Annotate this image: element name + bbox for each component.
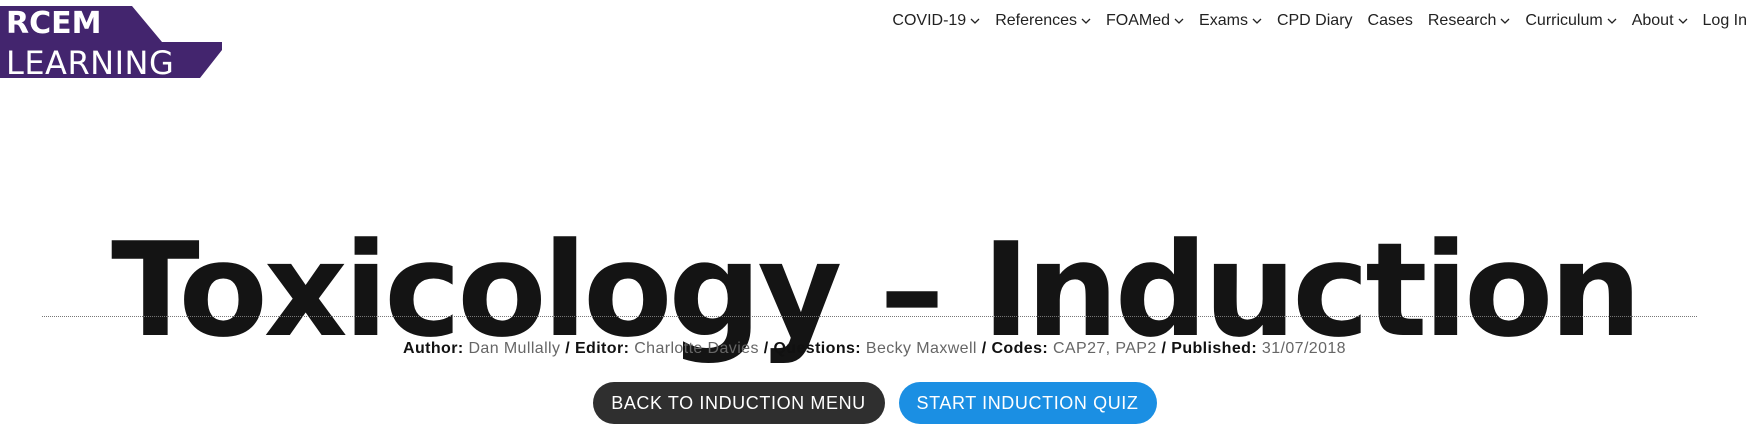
author-name: Dan Mullally xyxy=(468,340,561,357)
author-label: Author: xyxy=(403,340,464,357)
published-date: 31/07/2018 xyxy=(1261,340,1346,357)
chevron-down-icon xyxy=(970,18,980,25)
questions-author: Becky Maxwell xyxy=(865,340,977,357)
nav-item-label: Curriculum xyxy=(1525,12,1603,29)
meta-separator: / xyxy=(565,340,571,357)
nav-item-label: Cases xyxy=(1367,12,1413,29)
meta-separator: / xyxy=(763,340,769,357)
nav-item-label: Research xyxy=(1427,12,1497,29)
nav-item-label: Log In xyxy=(1702,12,1747,29)
questions-label: Questions: xyxy=(773,340,862,357)
meta-separator: / xyxy=(981,340,987,357)
nav-item-covid19[interactable]: COVID-19 xyxy=(892,12,980,30)
codes-value: CAP27, PAP2 xyxy=(1052,340,1157,357)
title-divider xyxy=(42,316,1697,317)
logo-text-learning: LEARNING xyxy=(6,44,175,82)
nav-item-label: COVID-19 xyxy=(892,12,967,29)
nav-item-label: About xyxy=(1631,12,1674,29)
chevron-down-icon xyxy=(1678,18,1688,25)
action-buttons: BACK TO INDUCTION MENU START INDUCTION Q… xyxy=(0,382,1749,424)
editor-label: Editor: xyxy=(574,340,630,357)
start-induction-quiz-button[interactable]: START INDUCTION QUIZ xyxy=(898,382,1157,424)
nav-item-label: FOAMed xyxy=(1106,12,1171,29)
chevron-down-icon xyxy=(1252,18,1262,25)
nav-item-cases[interactable]: Cases xyxy=(1368,12,1413,30)
nav-item-label: References xyxy=(995,12,1078,29)
article-meta: Author: Dan Mullally / Editor: Charlotte… xyxy=(0,340,1749,358)
back-to-induction-menu-button[interactable]: BACK TO INDUCTION MENU xyxy=(592,382,885,424)
nav-item-exams[interactable]: Exams xyxy=(1199,12,1262,30)
codes-label: Codes: xyxy=(991,340,1049,357)
nav-item-foamed[interactable]: FOAMed xyxy=(1106,12,1184,30)
nav-item-research[interactable]: Research xyxy=(1428,12,1510,30)
chevron-down-icon xyxy=(1174,18,1184,25)
nav-item-about[interactable]: About xyxy=(1632,12,1688,30)
published-label: Published: xyxy=(1171,340,1258,357)
rcem-learning-logo[interactable]: RCEM LEARNING xyxy=(0,6,230,81)
logo-text-rcem: RCEM xyxy=(6,6,102,41)
nav-item-references[interactable]: References xyxy=(995,12,1091,30)
chevron-down-icon xyxy=(1500,18,1510,25)
chevron-down-icon xyxy=(1081,18,1091,25)
editor-name: Charlotte Davies xyxy=(634,340,759,357)
nav-item-curriculum[interactable]: Curriculum xyxy=(1525,12,1617,30)
nav-item-label: CPD Diary xyxy=(1276,12,1353,29)
meta-separator: / xyxy=(1161,340,1167,357)
nav-item-cpd-diary[interactable]: CPD Diary xyxy=(1277,12,1353,30)
nav-item-label: Exams xyxy=(1199,12,1248,29)
chevron-down-icon xyxy=(1607,18,1617,25)
main-nav: COVID-19 References FOAMed Exams CPD Dia… xyxy=(877,12,1747,30)
nav-item-log-in[interactable]: Log In xyxy=(1703,12,1747,30)
